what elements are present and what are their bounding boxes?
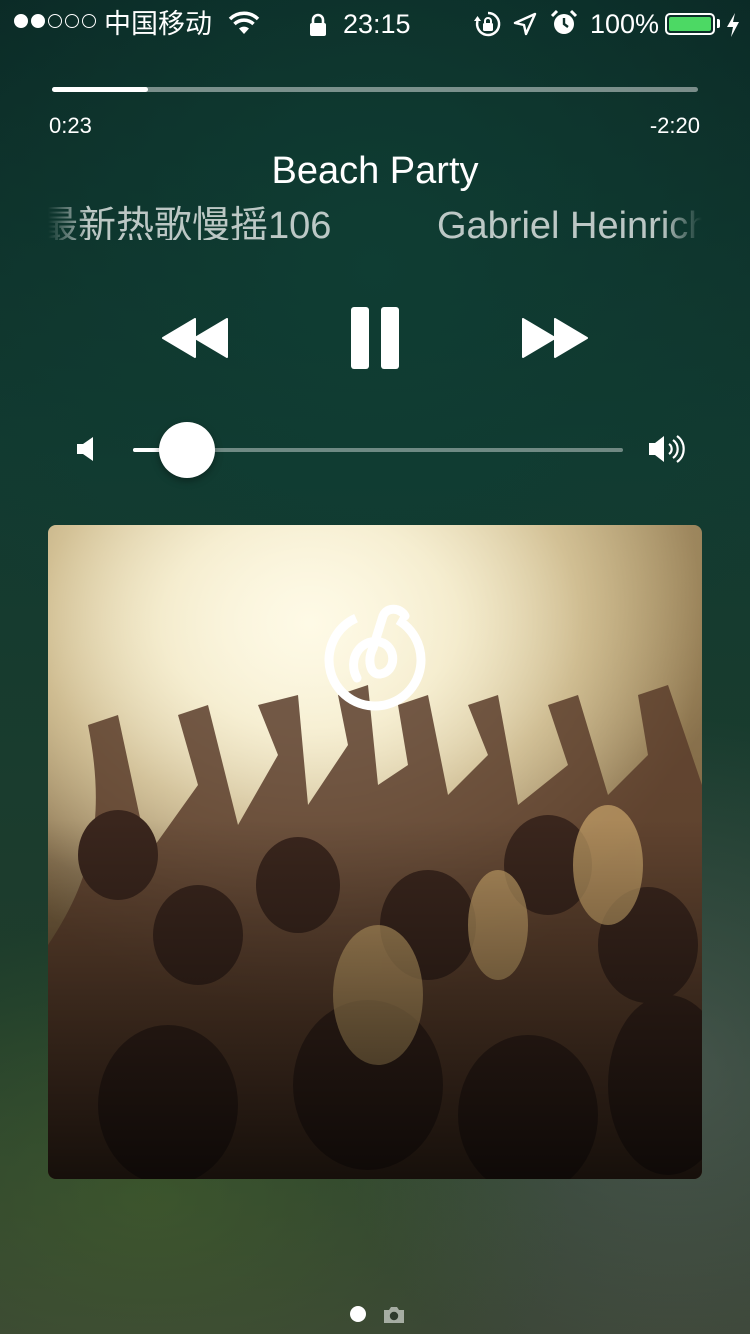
carrier-name: 中国移动	[104, 9, 212, 39]
lock-icon	[309, 12, 327, 44]
volume-slider[interactable]	[133, 422, 623, 478]
alarm-icon	[550, 9, 578, 44]
battery-percentage: 100%	[590, 9, 660, 39]
signal-dot	[31, 14, 45, 28]
battery-icon	[665, 13, 715, 35]
playback-progress-fill	[52, 87, 148, 92]
signal-dot	[14, 14, 28, 28]
signal-dot	[48, 14, 62, 28]
previous-track-button[interactable]	[162, 318, 228, 363]
album-artwork	[48, 525, 702, 1179]
camera-icon[interactable]	[382, 1305, 406, 1330]
page-dot-icon	[350, 1306, 366, 1322]
wifi-icon	[228, 10, 260, 43]
playback-progress-bar[interactable]	[52, 87, 698, 92]
page-indicator[interactable]	[0, 1302, 750, 1326]
rewind-icon	[162, 318, 228, 358]
status-time: 23:15	[343, 9, 411, 39]
charging-icon	[726, 12, 740, 44]
volume-slider-thumb[interactable]	[158, 422, 215, 478]
track-subtitle-marquee: 最新热歌慢摇106 Gabriel Heinrich	[48, 194, 702, 240]
volume-high-icon	[648, 432, 686, 471]
pause-button[interactable]	[350, 307, 400, 374]
signal-dot	[82, 14, 96, 28]
next-track-button[interactable]	[522, 318, 588, 363]
signal-dot	[65, 14, 79, 28]
battery-tip	[717, 19, 720, 28]
signal-strength-icon	[14, 14, 96, 28]
rotation-lock-icon	[474, 10, 502, 45]
fast-forward-icon	[522, 318, 588, 358]
pause-icon	[351, 307, 399, 369]
track-title: Beach Party	[271, 150, 479, 192]
volume-low-icon	[76, 435, 96, 468]
status-bar: 中国移动 23:15 100%	[0, 0, 750, 48]
album-artist-text: 最新热歌慢摇106 Gabriel Heinrich	[48, 205, 702, 240]
elapsed-time: 0:23	[49, 113, 92, 138]
location-icon	[513, 11, 537, 43]
remaining-time: -2:20	[649, 113, 700, 138]
